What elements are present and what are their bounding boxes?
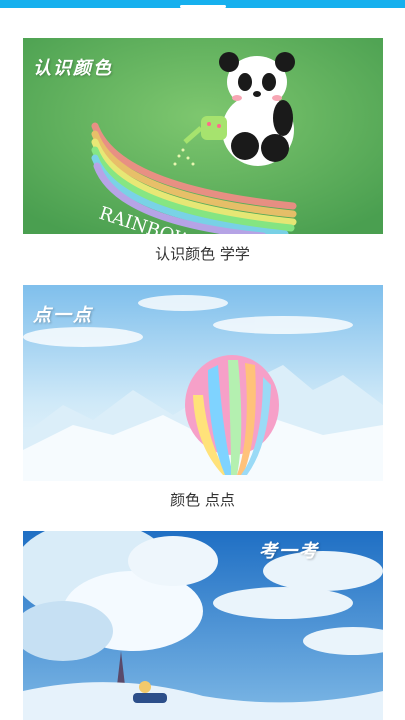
status-bar [0,0,405,8]
card-tap-colors[interactable]: 点一点 [23,285,383,481]
card-tag: 认识颜色 [33,58,113,79]
card-caption[interactable]: 认识颜色 学学 [0,243,405,264]
card-learn-colors[interactable]: RAINBOW 认识颜色 [23,38,383,234]
panda-icon [219,52,295,166]
card-tag: 点一点 [33,305,93,326]
card-tag: 考一考 [259,541,319,562]
card-caption[interactable]: 颜色 点点 [0,489,405,510]
status-bar-handle [180,5,226,8]
card-quiz[interactable]: 考一考 [23,531,383,720]
card-quiz-illustration [23,531,383,720]
